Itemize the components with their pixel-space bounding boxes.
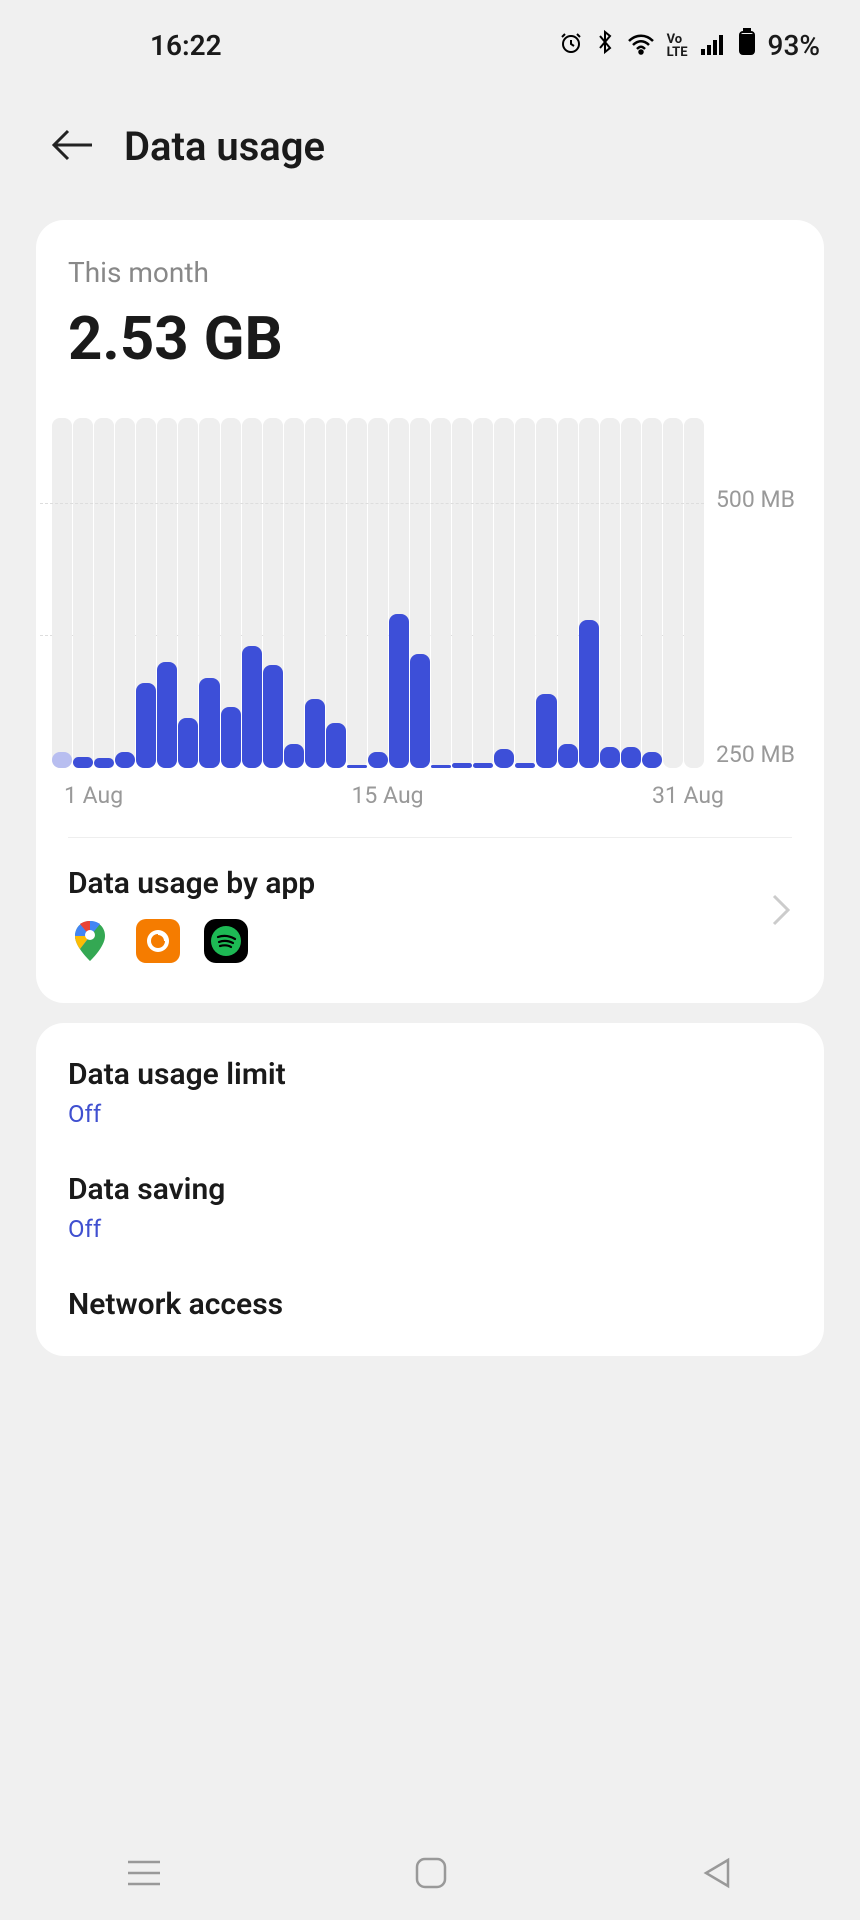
bar-col [263, 418, 283, 768]
back-icon[interactable] [50, 127, 94, 167]
usage-card: This month 2.53 GB 500 MB 250 MB 1 Aug 1… [36, 220, 824, 1003]
data-usage-limit-row[interactable]: Data usage limit Off [36, 1035, 824, 1150]
bar-col [473, 418, 493, 768]
status-bar: 16:22 VoLTE 93% [0, 0, 860, 73]
bar-col [452, 418, 472, 768]
bar-col [136, 418, 156, 768]
saving-title: Data saving [68, 1172, 792, 1207]
alarm-icon [559, 29, 583, 62]
bar-col [515, 418, 535, 768]
saving-value: Off [68, 1215, 792, 1243]
chart-y-axis: 500 MB 250 MB [704, 418, 808, 768]
x-tick-start: 1 Aug [64, 782, 123, 809]
app-icon-alfred [136, 919, 180, 963]
y-tick-500: 500 MB [716, 486, 808, 513]
page-title: Data usage [124, 123, 325, 170]
bluetooth-icon [595, 29, 615, 62]
data-usage-by-app-row[interactable]: Data usage by app [36, 838, 824, 967]
nav-bar [0, 1830, 860, 1920]
settings-card: Data usage limit Off Data saving Off Net… [36, 1023, 824, 1356]
bar-col [284, 418, 304, 768]
signal-icon [700, 29, 726, 62]
bar-col [178, 418, 198, 768]
usage-chart: 500 MB 250 MB [36, 418, 824, 768]
bar-col [558, 418, 578, 768]
network-access-row[interactable]: Network access [36, 1265, 824, 1344]
by-app-title: Data usage by app [68, 866, 315, 901]
app-icons [68, 919, 315, 963]
bar-col [52, 418, 72, 768]
app-icon-spotify [204, 919, 248, 963]
wifi-icon [627, 29, 655, 62]
bar-col [494, 418, 514, 768]
bar-col [242, 418, 262, 768]
bar-col [368, 418, 388, 768]
bar-col [600, 418, 620, 768]
bar-col [221, 418, 241, 768]
bar-col [621, 418, 641, 768]
bar-col [684, 418, 704, 768]
bar-col [199, 418, 219, 768]
bar-col [326, 418, 346, 768]
volte-icon: VoLTE [667, 33, 688, 59]
bar-col [157, 418, 177, 768]
bar-col [389, 418, 409, 768]
bar-col [305, 418, 325, 768]
battery-icon [738, 28, 756, 63]
summary-value: 2.53 GB [68, 303, 824, 374]
chevron-right-icon [770, 892, 792, 937]
battery-percent: 93% [768, 29, 820, 62]
bar-col [579, 418, 599, 768]
x-tick-end: 31 Aug [652, 782, 724, 809]
data-saving-row[interactable]: Data saving Off [36, 1150, 824, 1265]
x-tick-mid: 15 Aug [352, 782, 424, 809]
recent-apps-icon[interactable] [126, 1858, 162, 1892]
limit-value: Off [68, 1100, 792, 1128]
y-tick-250: 250 MB [716, 741, 808, 768]
bar-col [94, 418, 114, 768]
bar-col [347, 418, 367, 768]
bar-col [642, 418, 662, 768]
bar-col [73, 418, 93, 768]
limit-title: Data usage limit [68, 1057, 792, 1092]
bar-col [410, 418, 430, 768]
chart-x-axis: 1 Aug 15 Aug 31 Aug [36, 782, 824, 809]
status-time: 16:22 [150, 29, 222, 62]
bar-col [115, 418, 135, 768]
network-title: Network access [68, 1287, 792, 1322]
header: Data usage [0, 73, 860, 200]
app-icon-google-maps [68, 919, 112, 963]
bar-col [536, 418, 556, 768]
home-icon[interactable] [414, 1856, 448, 1894]
summary-label: This month [68, 256, 824, 289]
bar-col [431, 418, 451, 768]
status-icons: VoLTE 93% [559, 28, 820, 63]
back-nav-icon[interactable] [700, 1856, 734, 1894]
bar-col [663, 418, 683, 768]
